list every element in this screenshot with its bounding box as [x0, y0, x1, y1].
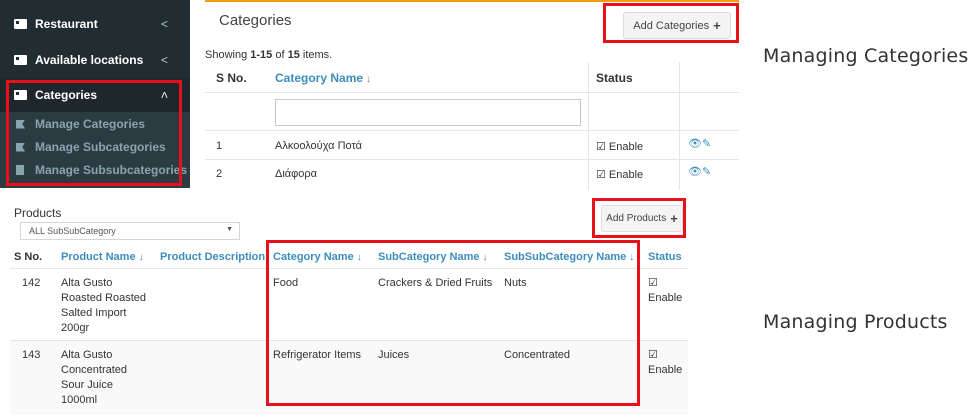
table-cell-status: ☑ Enable	[596, 141, 644, 153]
table-cell-sno: 142	[22, 277, 41, 289]
sort-icon: ↓	[366, 74, 372, 85]
table-cell-sno: 1	[216, 140, 223, 152]
sidebar-item-restaurant[interactable]: Restaurant <	[0, 7, 190, 41]
table-cell-product-name: Alta Gusto Concentrated Sour Juice 1000m…	[61, 349, 128, 406]
divider	[205, 92, 739, 93]
divider	[679, 62, 680, 190]
summary-text: Showing 1-15 of 15 items.	[205, 49, 333, 61]
eye-icon[interactable]: 👁	[688, 138, 702, 150]
column-header-product-description[interactable]: Product Description	[160, 251, 265, 263]
highlight-box-add-products	[592, 198, 686, 238]
sort-icon: ↓	[138, 252, 144, 263]
highlight-box-sidebar	[6, 80, 182, 186]
table-cell-category-name: Διάφορα	[275, 168, 318, 180]
divider	[205, 159, 739, 160]
category-name-filter-input[interactable]	[275, 99, 581, 126]
highlight-box-category-columns	[266, 240, 640, 406]
caret-down-icon: ▼	[226, 226, 233, 233]
chevron-left-icon: <	[160, 53, 168, 67]
id-card-icon	[14, 19, 27, 29]
eye-icon[interactable]: 👁	[688, 166, 702, 178]
caption-managing-categories: Managing Categories	[763, 45, 969, 67]
divider	[205, 130, 739, 131]
column-header-product-name[interactable]: Product Name ↓	[61, 251, 144, 263]
column-header-status: Status	[596, 71, 633, 85]
chevron-left-icon: <	[160, 17, 168, 31]
column-header-category-name[interactable]: Category Name ↓	[275, 71, 371, 85]
table-cell-status: ☑ Enable	[648, 349, 683, 376]
screenshot-root: Restaurant < Available locations < Categ…	[0, 0, 980, 420]
select-value: ALL SubSubCategory	[29, 226, 116, 236]
table-cell-category-name: Αλκοολούχα Ποτά	[275, 140, 363, 152]
column-header-sno: S No.	[216, 71, 247, 85]
column-header-status: Status	[648, 251, 682, 263]
divider	[588, 62, 589, 190]
highlight-box-add-categories	[603, 3, 739, 43]
panel-title: Products	[14, 206, 62, 220]
pencil-icon[interactable]: ✎	[702, 138, 711, 150]
id-card-icon	[14, 55, 27, 65]
caption-managing-products: Managing Products	[763, 311, 948, 333]
subsubcategory-select[interactable]: ALL SubSubCategory ▼	[20, 222, 240, 240]
pencil-icon[interactable]: ✎	[702, 166, 711, 178]
table-cell-sno: 143	[22, 349, 41, 361]
table-cell-sno: 2	[216, 168, 223, 180]
table-cell-product-name: Alta Gusto Roasted Roasted Salted Import…	[61, 277, 146, 334]
table-cell-status: ☑ Enable	[596, 169, 644, 181]
panel-title: Categories	[219, 12, 292, 29]
sidebar-item-label: Available locations	[35, 53, 144, 67]
table-cell-status: ☑ Enable	[648, 277, 683, 304]
view-edit-actions[interactable]: 👁✎	[688, 137, 711, 150]
column-header-sno: S No.	[14, 251, 43, 263]
sidebar-item-available-locations[interactable]: Available locations <	[0, 43, 190, 77]
checkbox-icon: ☑	[648, 349, 658, 361]
sidebar-item-label: Restaurant	[35, 17, 98, 31]
checkbox-icon: ☑	[648, 277, 658, 289]
view-edit-actions[interactable]: 👁✎	[688, 165, 711, 178]
